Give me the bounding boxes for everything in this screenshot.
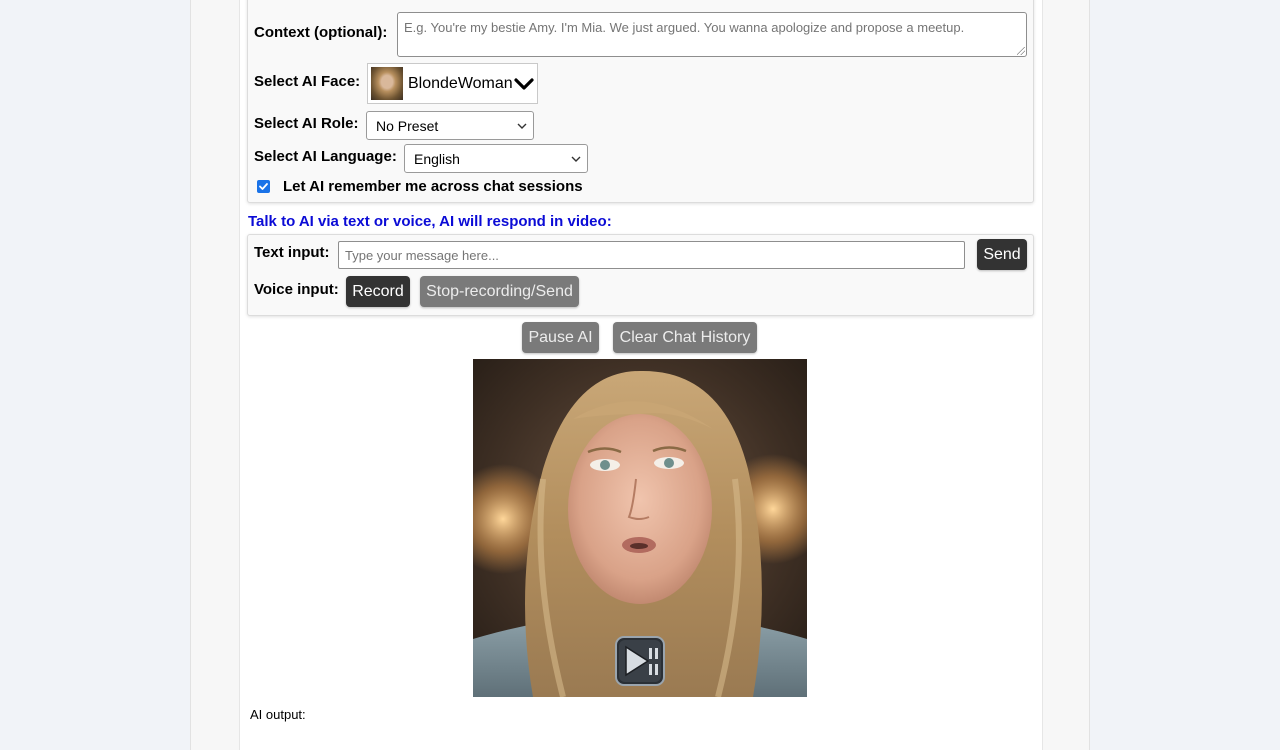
context-placeholder: E.g. You're my bestie Amy. I'm Mia. We j… (404, 20, 965, 35)
talk-section-title: Talk to AI via text or voice, AI will re… (248, 213, 612, 230)
text-input-label: Text input: (254, 244, 330, 261)
role-select[interactable]: No Preset (366, 111, 534, 140)
pause-ai-button[interactable]: Pause AI (522, 322, 599, 353)
record-button[interactable]: Record (346, 276, 410, 307)
play-pause-icon[interactable] (615, 636, 665, 686)
clear-chat-history-button[interactable]: Clear Chat History (613, 322, 757, 353)
face-thumbnail (371, 67, 403, 100)
chevron-down-icon (514, 78, 534, 90)
face-selected-value: BlondeWoman (408, 75, 513, 92)
message-placeholder: Type your message here... (345, 248, 499, 263)
send-button[interactable]: Send (977, 239, 1027, 270)
chevron-down-icon (571, 156, 581, 162)
role-selected-value: No Preset (376, 118, 439, 134)
voice-input-label: Voice input: (254, 281, 339, 298)
language-selected-value: English (414, 151, 460, 167)
face-label: Select AI Face: (254, 73, 361, 90)
context-textarea[interactable]: E.g. You're my bestie Amy. I'm Mia. We j… (397, 12, 1027, 57)
memory-checkbox[interactable] (257, 180, 270, 193)
stop-recording-send-button[interactable]: Stop-recording/Send (420, 276, 579, 307)
role-label: Select AI Role: (254, 115, 359, 132)
language-label: Select AI Language: (254, 148, 397, 165)
ai-video[interactable] (473, 359, 807, 697)
chevron-down-icon (517, 123, 527, 129)
resize-grip-icon[interactable] (1017, 47, 1025, 55)
checkmark-icon (259, 183, 268, 190)
face-select[interactable]: BlondeWoman (367, 63, 538, 104)
context-label: Context (optional): (254, 24, 388, 41)
language-select[interactable]: English (404, 144, 588, 173)
message-input[interactable]: Type your message here... (338, 241, 965, 269)
memory-label[interactable]: Let AI remember me across chat sessions (283, 178, 583, 195)
